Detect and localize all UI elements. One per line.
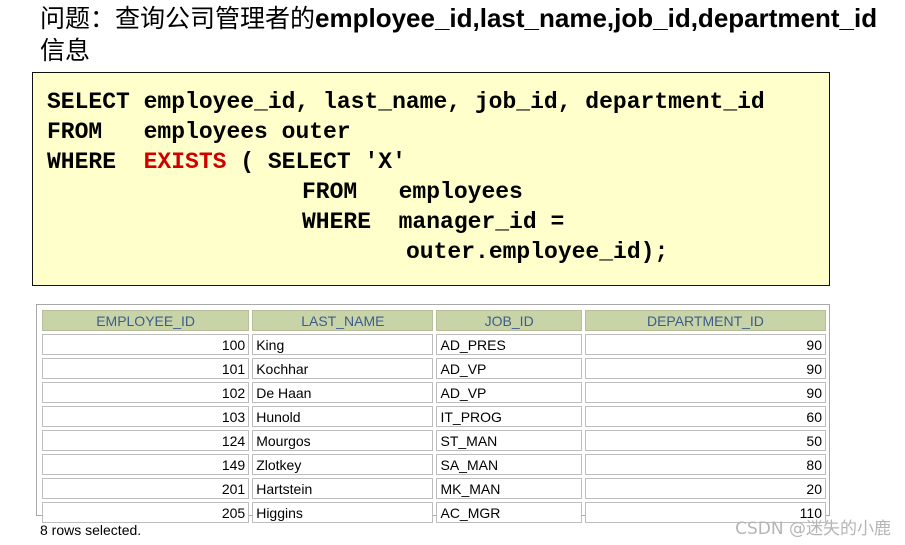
code-text: employees: [384, 179, 523, 205]
code-exists-keyword: EXISTS: [129, 149, 227, 175]
cell-job-id: AD_VP: [436, 358, 582, 379]
cell-employee-id: 101: [42, 358, 250, 379]
table-row: 205 Higgins AC_MGR 110: [42, 502, 826, 523]
table-row: 101 Kochhar AD_VP 90: [42, 358, 826, 379]
code-keyword: WHERE: [47, 149, 130, 175]
cell-employee-id: 100: [42, 334, 250, 355]
code-keyword: WHERE: [302, 209, 385, 235]
table-header-row: EMPLOYEE_ID LAST_NAME JOB_ID DEPARTMENT_…: [42, 310, 826, 331]
question-prefix: 问题：查询公司管理者的: [40, 4, 316, 33]
question-fields: employee_id,last_name,job_id,department_…: [315, 3, 878, 33]
cell-employee-id: 149: [42, 454, 250, 475]
code-line-1: SELECT employee_id, last_name, job_id, d…: [47, 87, 765, 117]
code-text: ( SELECT 'X': [226, 149, 406, 175]
code-text: manager_id =: [384, 209, 565, 235]
cell-job-id: IT_PROG: [436, 406, 582, 427]
cell-last-name: Hartstein: [252, 478, 434, 499]
watermark: CSDN @迷失的小鹿: [735, 519, 891, 539]
header-last-name: LAST_NAME: [252, 310, 434, 331]
header-employee-id: EMPLOYEE_ID: [42, 310, 250, 331]
cell-job-id: MK_MAN: [436, 478, 582, 499]
cell-employee-id: 201: [42, 478, 250, 499]
cell-department-id: 90: [584, 382, 826, 403]
cell-job-id: AD_PRES: [436, 334, 582, 355]
table-row: 103 Hunold IT_PROG 60: [42, 406, 826, 427]
question-heading: 问题：查询公司管理者的employee_id,last_name,job_id,…: [40, 2, 900, 67]
cell-last-name: Kochhar: [252, 358, 434, 379]
rows-selected-status: 8 rows selected.: [40, 522, 142, 538]
cell-last-name: Hunold: [252, 406, 434, 427]
table-row: 100 King AD_PRES 90: [42, 334, 826, 355]
cell-department-id: 60: [584, 406, 826, 427]
cell-last-name: Zlotkey: [252, 454, 434, 475]
question-suffix: 信息: [40, 36, 91, 65]
cell-employee-id: 205: [42, 502, 250, 523]
sql-code-block: SELECT employee_id, last_name, job_id, d…: [32, 72, 830, 286]
results-table: EMPLOYEE_ID LAST_NAME JOB_ID DEPARTMENT_…: [39, 307, 829, 526]
cell-employee-id: 124: [42, 430, 250, 451]
code-line-6: outer.employee_id);: [406, 237, 668, 267]
table-row: 149 Zlotkey SA_MAN 80: [42, 454, 826, 475]
cell-last-name: King: [252, 334, 434, 355]
header-department-id: DEPARTMENT_ID: [584, 310, 826, 331]
code-line-3: WHERE EXISTS ( SELECT 'X': [47, 147, 406, 177]
code-keyword: SELECT: [47, 89, 130, 115]
code-line-2: FROM employees outer: [47, 117, 351, 147]
cell-department-id: 80: [584, 454, 826, 475]
cell-job-id: SA_MAN: [436, 454, 582, 475]
cell-job-id: AD_VP: [436, 382, 582, 403]
cell-department-id: 50: [584, 430, 826, 451]
code-keyword: FROM: [302, 179, 385, 205]
cell-last-name: Higgins: [252, 502, 434, 523]
cell-last-name: De Haan: [252, 382, 434, 403]
code-line-5: WHERE manager_id =: [302, 207, 564, 237]
question-line-1: 问题：查询公司管理者的employee_id,last_name,job_id,…: [40, 2, 900, 35]
table-row: 102 De Haan AD_VP 90: [42, 382, 826, 403]
table-row: 124 Mourgos ST_MAN 50: [42, 430, 826, 451]
code-keyword: FROM: [47, 119, 130, 145]
code-text: employee_id, last_name, job_id, departme…: [129, 89, 765, 115]
results-table-frame: EMPLOYEE_ID LAST_NAME JOB_ID DEPARTMENT_…: [36, 304, 830, 523]
code-line-4: FROM employees: [302, 177, 523, 207]
cell-job-id: AC_MGR: [436, 502, 582, 523]
cell-department-id: 90: [584, 334, 826, 355]
cell-employee-id: 103: [42, 406, 250, 427]
cell-job-id: ST_MAN: [436, 430, 582, 451]
cell-department-id: 90: [584, 358, 826, 379]
cell-last-name: Mourgos: [252, 430, 434, 451]
header-job-id: JOB_ID: [436, 310, 582, 331]
cell-employee-id: 102: [42, 382, 250, 403]
code-text: employees outer: [129, 119, 351, 145]
cell-department-id: 20: [584, 478, 826, 499]
table-row: 201 Hartstein MK_MAN 20: [42, 478, 826, 499]
code-text: outer.employee_id);: [406, 239, 669, 265]
